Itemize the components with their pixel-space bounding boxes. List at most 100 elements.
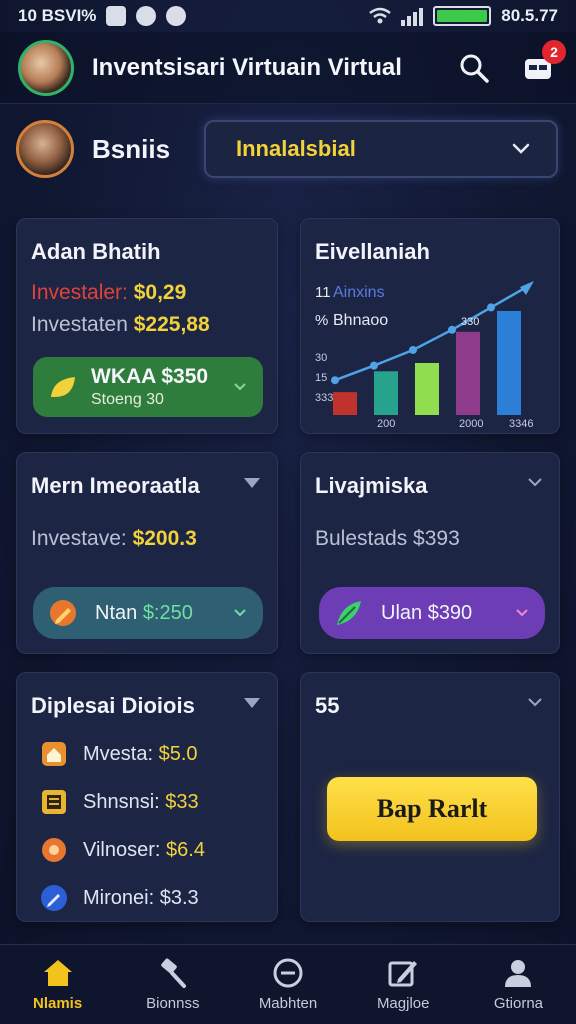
list-item[interactable]: Vilnoser: $6.4: [39, 835, 205, 865]
card-title: Adan Bhatih: [31, 239, 161, 264]
pill-value: $:250: [142, 601, 193, 624]
status-left-text: 10 BSVI%: [18, 6, 97, 25]
list-label: Shnsnsi:: [83, 790, 160, 813]
action-card[interactable]: 55 Bap Rarlt: [300, 672, 560, 922]
diplesai-card[interactable]: Diplesai Dioiois Mvesta: $5.0 Shnsnsi: $…: [16, 672, 278, 922]
status-bar: 10 BSVI% 80.5.77: [0, 0, 576, 32]
list-label: Mironei:: [83, 886, 155, 909]
mern-pill-button[interactable]: Ntan $:250: [33, 587, 263, 639]
messenger-icon: [136, 6, 157, 26]
portfolio-dropdown[interactable]: Innalalsbial: [204, 120, 558, 178]
list-item[interactable]: Shnsnsi: $33: [39, 787, 199, 817]
document-icon: [42, 790, 66, 814]
compass-icon: [273, 958, 303, 988]
x-tick-label: 200: [377, 418, 395, 427]
legend-prefix: 11: [315, 284, 331, 301]
nav-item-business[interactable]: Bionnss: [115, 945, 230, 1024]
home-icon: [43, 960, 72, 986]
chevron-down-icon: [516, 609, 528, 617]
user-avatar[interactable]: [18, 39, 74, 96]
pill-sub-text: Stoeng 30: [91, 391, 164, 408]
house-icon: [42, 742, 66, 766]
pill-label: Ulan $390: [381, 601, 473, 624]
trend-point: [370, 361, 378, 370]
mail-icon: [106, 6, 127, 26]
investment-pill-button[interactable]: WKAA $350 Stoeng 30: [33, 357, 263, 417]
caret-down-icon[interactable]: [243, 477, 261, 489]
list-item[interactable]: Mvesta: $5.0: [39, 739, 198, 769]
pill-label-text: Ntan: [95, 601, 138, 624]
list-value: $6.4: [166, 838, 205, 861]
trend-point: [331, 376, 339, 385]
profile-row: Bsniis Innalalsbial: [16, 118, 560, 180]
card-title: Diplesai Dioiois: [31, 693, 195, 718]
leaf-icon: [51, 377, 75, 397]
dropdown-value: Innalalsbial: [236, 136, 356, 161]
pill-main-text: WKAA $350: [91, 365, 209, 388]
x-tick-label: 3346: [509, 418, 533, 427]
mern-card[interactable]: Mern Imeoraatla Investave: $200.3 Ntan $…: [16, 452, 278, 654]
chart-card[interactable]: Eivellaniah 11 Ainxins% Bhnaoo 30 15 333 330 20…: [300, 218, 560, 434]
signal-icon: [401, 6, 424, 26]
list-label: Vilnoser:: [83, 838, 161, 861]
chart-bar: [415, 363, 439, 415]
chart-bar: [374, 371, 398, 415]
nav-label: Nlamis: [33, 995, 83, 1012]
list-value: $3.3: [159, 886, 199, 909]
nav-label: Mabhten: [258, 995, 318, 1012]
trend-point: [487, 303, 495, 312]
line-label: Investaten: [31, 313, 128, 336]
chart-bar: [497, 311, 521, 415]
legend-entry: Ainxins: [333, 284, 385, 301]
pen-icon: [41, 885, 67, 911]
settings-icon: [166, 6, 187, 26]
nav-item-profile[interactable]: Gtiorna: [461, 945, 576, 1024]
card-title: 55: [315, 693, 340, 718]
feather-icon: [337, 601, 361, 625]
edit-icon: [388, 961, 418, 987]
chevron-down-icon: [512, 143, 530, 154]
investment-line-2: Investaten $225,88: [31, 313, 210, 337]
liva-card[interactable]: Livajmiska Bulestads $393 Ulan $390: [300, 452, 560, 654]
caret-down-icon[interactable]: [243, 697, 261, 709]
line-label: Investaler:: [31, 281, 128, 304]
nav-item-explore[interactable]: Mabhten: [230, 945, 345, 1024]
battery-icon: [433, 6, 492, 26]
chart-annotation: 330: [461, 316, 479, 328]
chevron-down-icon[interactable]: [527, 697, 543, 707]
line-value: $0,29: [133, 281, 187, 304]
piggy-bank-icon: [42, 838, 66, 862]
chart-title: Eivellaniah: [315, 239, 430, 264]
trend-arrow-icon: [520, 281, 534, 295]
line-label: Investave:: [31, 527, 127, 550]
search-button[interactable]: [454, 48, 494, 88]
legend-entry: Bhnaoo: [333, 312, 388, 329]
y-tick-label: 15: [315, 372, 327, 384]
nav-item-edit[interactable]: Magjloe: [346, 945, 461, 1024]
chevron-down-icon[interactable]: [527, 477, 543, 487]
primary-action-button[interactable]: Bap Rarlt: [327, 777, 537, 841]
line-value: $225,88: [133, 313, 210, 336]
profile-avatar[interactable]: [16, 120, 74, 178]
x-tick-label: 2000: [459, 418, 483, 427]
liva-pill-button[interactable]: Ulan $390: [319, 587, 545, 639]
notification-badge: 2: [542, 39, 566, 64]
list-label: Mvesta:: [83, 742, 154, 765]
user-icon: [505, 960, 532, 987]
gavel-icon: [161, 958, 186, 988]
nav-item-home[interactable]: Nlamis: [0, 945, 115, 1024]
investment-card[interactable]: Adan Bhatih Investaler: $0,29 Investaten…: [16, 218, 278, 434]
nav-label: Magjloe: [376, 995, 430, 1012]
inbox-button[interactable]: 2: [518, 39, 566, 88]
app-header: Inventsisari Virtuain Virtual 2: [0, 32, 576, 104]
mern-line: Investave: $200.3: [31, 527, 197, 551]
profile-name: Bsniis: [92, 133, 171, 164]
investment-line-1: Investaler: $0,29: [31, 281, 186, 305]
trend-point: [409, 345, 417, 354]
list-value: $33: [165, 790, 199, 813]
list-item[interactable]: Mironei: $3.3: [39, 883, 199, 913]
chevron-down-icon: [234, 383, 246, 391]
card-title: Mern Imeoraatla: [31, 473, 200, 498]
chart-bar: [456, 331, 480, 415]
bottom-nav: Nlamis Bionnss Mabhten Magjloe Gtiorna: [0, 944, 576, 1024]
